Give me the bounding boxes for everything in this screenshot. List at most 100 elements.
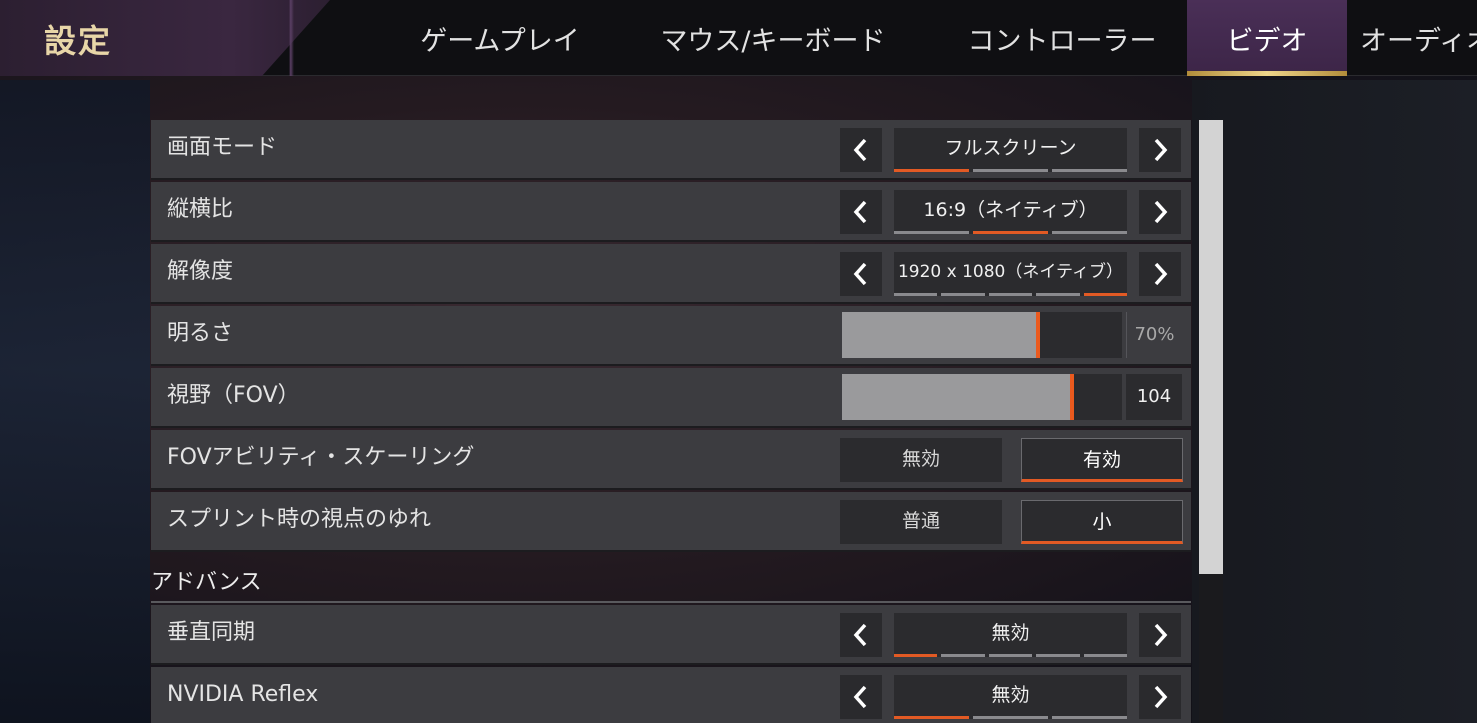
chevron-right-icon [1154, 623, 1168, 647]
tab-label: ゲームプレイ [420, 25, 580, 57]
tab-mouse-keyboard[interactable]: マウス/キーボード [628, 0, 918, 76]
segment [1036, 293, 1080, 296]
segment [894, 169, 969, 172]
prev-button[interactable] [840, 252, 882, 296]
prev-button[interactable] [840, 675, 882, 719]
fov-slider[interactable] [842, 374, 1122, 420]
setting-row-display-mode: 画面モード フルスクリーン [151, 120, 1191, 180]
segment [894, 654, 938, 657]
slider-handle[interactable] [1069, 374, 1074, 420]
selector-value: 16:9（ネイティブ） [923, 199, 1098, 221]
setting-row-fov-ability-scaling: FOVアビリティ・スケーリング 無効 有効 [151, 430, 1191, 490]
chevron-right-icon [1154, 138, 1168, 162]
setting-row-sprint-view-shake: スプリント時の視点のゆれ 普通 小 [151, 492, 1191, 552]
setting-row-aspect-ratio: 縦横比 16:9（ネイティブ） [151, 182, 1191, 242]
background-left [0, 80, 150, 723]
setting-label: 画面モード [167, 135, 278, 160]
section-title-advanced: アドバンス [151, 570, 262, 595]
setting-row-nvidia-reflex: NVIDIA Reflex 無効 [151, 667, 1191, 723]
next-button[interactable] [1139, 190, 1181, 234]
tab-audio[interactable]: オーディオ [1360, 0, 1477, 76]
setting-label: NVIDIA Reflex [167, 682, 319, 707]
slider-fill [842, 374, 1072, 420]
option-indicator [894, 231, 1127, 234]
option-indicator [894, 169, 1127, 172]
selector-value: 無効 [991, 684, 1030, 706]
setting-label: 解像度 [167, 259, 234, 284]
chevron-left-icon [853, 623, 867, 647]
chevron-left-icon [853, 138, 867, 162]
fov-value-input[interactable]: 104 [1126, 374, 1182, 420]
setting-label: FOVアビリティ・スケーリング [167, 445, 475, 470]
setting-row-fov: 視野（FOV） 104 [151, 368, 1191, 428]
prev-button[interactable] [840, 190, 882, 234]
segment [1052, 716, 1127, 719]
selector-value: 1920 x 1080（ネイティブ） [897, 262, 1124, 282]
chevron-right-icon [1154, 200, 1168, 224]
title-divider [252, 0, 336, 76]
segment [988, 654, 1033, 657]
option-enabled-button[interactable]: 有効 [1021, 438, 1183, 482]
selector-value: 無効 [991, 622, 1030, 644]
segment [941, 293, 985, 296]
option-disabled-button[interactable]: 無効 [840, 438, 1002, 482]
tab-video[interactable]: ビデオ [1187, 0, 1347, 76]
background-right-panel [1192, 80, 1477, 723]
setting-row-resolution: 解像度 1920 x 1080（ネイティブ） [151, 244, 1191, 304]
segment [973, 716, 1048, 719]
segment [941, 654, 985, 657]
nvidia-reflex-selector[interactable]: 無効 [894, 675, 1127, 719]
section-divider [151, 601, 1191, 603]
segment [894, 293, 938, 296]
segment [894, 231, 969, 234]
tab-gameplay[interactable]: ゲームプレイ [400, 0, 600, 76]
next-button[interactable] [1139, 252, 1181, 296]
tab-label: オーディオ [1360, 25, 1477, 57]
scrollbar-thumb[interactable] [1199, 120, 1223, 574]
segment [988, 293, 1033, 296]
vsync-selector[interactable]: 無効 [894, 613, 1128, 657]
setting-label: 垂直同期 [167, 620, 256, 645]
tab-label: マウス/キーボード [660, 25, 886, 57]
next-button[interactable] [1139, 675, 1181, 719]
setting-label: 縦横比 [167, 197, 234, 222]
segment [973, 169, 1048, 172]
next-button[interactable] [1139, 128, 1181, 172]
top-navigation-bar: 設定 ゲームプレイ マウス/キーボード コントローラー ビデオ オーディオ [0, 0, 1477, 76]
setting-label: 明るさ [167, 321, 234, 346]
segment [1083, 654, 1128, 657]
setting-label: 視野（FOV） [167, 383, 300, 408]
segment [894, 716, 969, 719]
segment [1083, 293, 1128, 296]
segment [1052, 231, 1127, 234]
chevron-right-icon [1154, 262, 1168, 286]
chevron-left-icon [853, 685, 867, 709]
resolution-selector[interactable]: 1920 x 1080（ネイティブ） [894, 252, 1128, 296]
option-indicator [894, 716, 1127, 719]
slider-value: 70% [1126, 312, 1182, 358]
setting-label: スプリント時の視点のゆれ [167, 507, 432, 532]
option-indicator [894, 293, 1128, 296]
aspect-ratio-selector[interactable]: 16:9（ネイティブ） [894, 190, 1127, 234]
segment [973, 231, 1048, 234]
option-small-button[interactable]: 小 [1021, 500, 1183, 544]
setting-row-vsync: 垂直同期 無効 [151, 605, 1191, 665]
prev-button[interactable] [840, 128, 882, 172]
slider-fill [842, 312, 1038, 358]
option-indicator [894, 654, 1128, 657]
tab-controller[interactable]: コントローラー [945, 0, 1179, 76]
tab-label: ビデオ [1226, 25, 1308, 57]
option-normal-button[interactable]: 普通 [840, 500, 1002, 544]
prev-button[interactable] [840, 613, 882, 657]
selector-value: フルスクリーン [944, 137, 1077, 159]
display-mode-selector[interactable]: フルスクリーン [894, 128, 1127, 172]
brightness-slider[interactable] [842, 312, 1122, 358]
segment [1052, 169, 1127, 172]
chevron-right-icon [1154, 685, 1168, 709]
page-title: 設定 [44, 22, 113, 60]
slider-handle[interactable] [1036, 312, 1040, 358]
segment [1036, 654, 1080, 657]
tab-label: コントローラー [967, 25, 1157, 57]
chevron-left-icon [853, 200, 867, 224]
next-button[interactable] [1139, 613, 1181, 657]
